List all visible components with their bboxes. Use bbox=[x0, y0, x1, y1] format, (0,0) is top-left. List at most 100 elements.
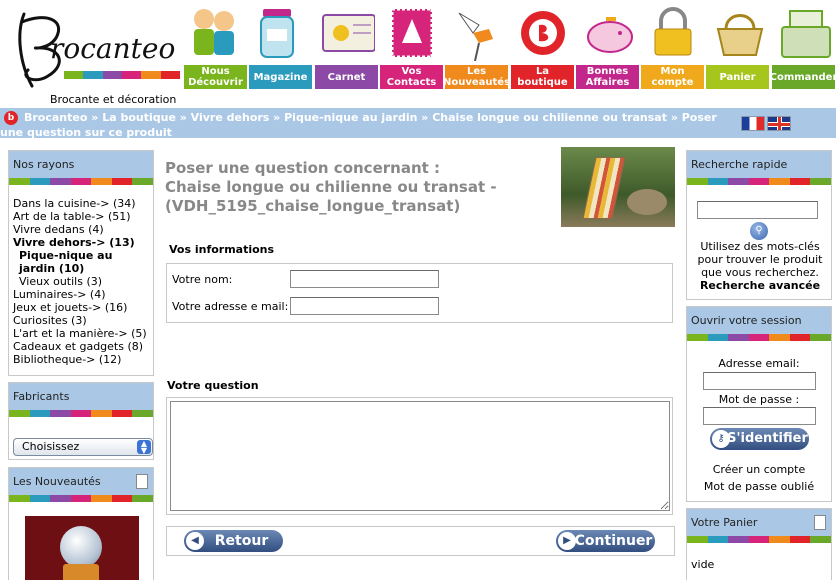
category-item[interactable]: Art de la table-> (51) bbox=[13, 210, 149, 223]
search-help: Utilisez des mots-clés pour trouver le p… bbox=[691, 240, 829, 292]
document-icon bbox=[136, 474, 148, 489]
manufacturer-select-value: Choisissez bbox=[22, 440, 80, 453]
color-stripe bbox=[9, 178, 154, 185]
breadcrumb-item[interactable]: Brocanteo bbox=[24, 111, 87, 124]
category-item[interactable]: Bibliotheque-> (12) bbox=[13, 353, 149, 366]
login-password-input[interactable] bbox=[703, 407, 816, 425]
brocanteo-logo-icon: rocanteo bbox=[18, 12, 175, 88]
advanced-search-link[interactable]: Recherche avancée bbox=[700, 279, 820, 292]
category-item[interactable]: Vivre dehors-> (13) bbox=[13, 236, 149, 249]
category-item[interactable]: Curiosites (3) bbox=[13, 314, 149, 327]
email-input[interactable] bbox=[290, 297, 439, 315]
cart-title-text: Votre Panier bbox=[691, 516, 758, 529]
site-logo[interactable]: rocanteo Brocante et décoration bbox=[2, 4, 180, 106]
question-heading: Votre question bbox=[167, 379, 259, 392]
product-image[interactable] bbox=[561, 147, 675, 227]
login-button[interactable]: ⚷ S'identifier bbox=[710, 428, 809, 450]
breadcrumb-bar: b Brocanteo » La boutique » Vivre dehors… bbox=[0, 108, 836, 139]
breadcrumb-item[interactable]: Chaise longue ou chilienne ou transat bbox=[432, 111, 667, 124]
password-label: Mot de passe : bbox=[718, 393, 800, 406]
category-item[interactable]: Vieux outils (3) bbox=[13, 275, 149, 288]
search-help-text: Utilisez des mots-clés pour trouver le p… bbox=[697, 240, 823, 279]
document-icon bbox=[814, 515, 826, 530]
site-tagline: Brocante et décoration bbox=[50, 93, 177, 106]
cart-box: Votre Panier vide bbox=[686, 508, 832, 580]
name-label: Votre nom: bbox=[172, 273, 233, 286]
quick-search-title: Recherche rapide bbox=[687, 151, 831, 178]
nav-item-mon-compte[interactable]: Mon compte bbox=[640, 0, 705, 90]
email-label: Votre adresse e mail: bbox=[172, 300, 289, 313]
french-flag-icon[interactable] bbox=[741, 116, 765, 131]
page-title-line-1: Poser une question concernant : bbox=[165, 159, 441, 177]
login-button-label: S'identifier bbox=[727, 431, 808, 446]
cart-status: vide bbox=[691, 558, 715, 571]
language-switch bbox=[741, 116, 791, 131]
quick-search-input[interactable] bbox=[697, 201, 818, 219]
snow-globe-base bbox=[63, 564, 99, 580]
breadcrumb-item[interactable]: La boutique bbox=[102, 111, 176, 124]
category-item[interactable]: Jeux et jouets-> (16) bbox=[13, 301, 149, 314]
nav-item-la-boutique[interactable]: La boutique bbox=[510, 0, 575, 90]
category-item[interactable]: Vivre dedans (4) bbox=[13, 223, 149, 236]
svg-text:rocanteo: rocanteo bbox=[50, 32, 175, 65]
category-item[interactable]: L'art et la manière-> (5) bbox=[13, 327, 149, 340]
header: rocanteo Brocante et décoration Nous Déc… bbox=[0, 0, 836, 108]
nav-item-magazine[interactable]: Magazine bbox=[248, 0, 313, 90]
login-box: Ouvrir votre session Adresse email: Mot … bbox=[686, 306, 832, 502]
search-icon[interactable]: ⚲ bbox=[750, 222, 768, 240]
breadcrumb-item[interactable]: Pique-nique au jardin bbox=[284, 111, 417, 124]
nouveautes-title[interactable]: Les Nouveautés bbox=[9, 468, 153, 495]
nav-item-les-nouveautés[interactable]: Les Nouveautés bbox=[443, 0, 510, 90]
piggy-bank-icon bbox=[575, 0, 640, 64]
padlock-icon bbox=[640, 0, 705, 64]
nouveautes-box: Les Nouveautés bbox=[8, 467, 154, 580]
category-item[interactable]: Pique-nique au jardin (10) bbox=[13, 249, 149, 275]
color-stripe bbox=[687, 178, 832, 185]
select-arrows-icon: ▲ ▼ bbox=[137, 440, 151, 455]
nav-label: Vos Contacts bbox=[380, 65, 443, 89]
product-image-stone bbox=[627, 189, 667, 215]
nav-item-nous-découvrir[interactable]: Nous Découvrir bbox=[183, 0, 248, 90]
page-title-line-2: Chaise longue ou chilienne ou transat - bbox=[165, 178, 497, 196]
fabricants-box: Fabricants Choisissez ▲ ▼ bbox=[8, 382, 154, 460]
snow-globe-icon bbox=[60, 526, 102, 568]
name-input[interactable] bbox=[290, 270, 439, 288]
nav-item-bonnes-affaires[interactable]: Bonnes Affaires bbox=[575, 0, 640, 90]
manufacturer-select[interactable]: Choisissez ▲ ▼ bbox=[13, 438, 153, 456]
color-stripe bbox=[687, 334, 832, 341]
category-item[interactable]: Dans la cuisine-> (34) bbox=[13, 197, 149, 210]
breadcrumb: Brocanteo » La boutique » Vivre dehors »… bbox=[0, 111, 717, 139]
main-nav: Nous Découvrir Magazine Carnet Vos Contacts… bbox=[183, 0, 836, 90]
continue-button[interactable]: ▶ Continuer bbox=[556, 530, 655, 552]
category-list: Dans la cuisine-> (34) Art de la table-> … bbox=[9, 197, 153, 370]
stork-icon bbox=[444, 0, 509, 64]
page-title: Poser une question concernant : Chaise l… bbox=[165, 159, 555, 216]
login-email-input[interactable] bbox=[703, 372, 816, 390]
nav-label: Panier bbox=[706, 65, 769, 89]
category-item[interactable]: Luminaires-> (4) bbox=[13, 288, 149, 301]
color-stripe bbox=[687, 536, 832, 543]
breadcrumb-item[interactable]: Vivre dehors bbox=[191, 111, 270, 124]
quick-search-box: Recherche rapide ⚲ Utilisez des mots-clé… bbox=[686, 150, 832, 300]
login-title: Ouvrir votre session bbox=[687, 307, 831, 334]
fabricants-title: Fabricants bbox=[9, 383, 153, 410]
create-account-link[interactable]: Créer un compte bbox=[687, 463, 831, 476]
question-textarea[interactable] bbox=[170, 401, 670, 511]
nav-item-vos-contacts[interactable]: Vos Contacts bbox=[379, 0, 444, 90]
cart-title[interactable]: Votre Panier bbox=[687, 509, 831, 536]
nav-item-carnet[interactable]: Carnet bbox=[314, 0, 379, 90]
email-label-right: Adresse email: bbox=[718, 357, 800, 370]
back-button[interactable]: ◀ Retour bbox=[184, 530, 283, 552]
boutique-logo-icon bbox=[510, 0, 575, 64]
nav-item-commander[interactable]: Commander bbox=[770, 0, 836, 90]
rayons-title: Nos rayons bbox=[9, 151, 153, 178]
category-item[interactable]: Cadeaux et gadgets (8) bbox=[13, 340, 149, 353]
english-flag-icon[interactable] bbox=[767, 116, 791, 131]
stamp-icon bbox=[379, 0, 444, 64]
forgot-password-link[interactable]: Mot de passe oublié bbox=[687, 480, 831, 493]
info-heading: Vos informations bbox=[169, 243, 275, 256]
new-product-image[interactable] bbox=[25, 516, 139, 580]
cash-register-icon bbox=[771, 0, 836, 64]
nav-item-panier[interactable]: Panier bbox=[705, 0, 770, 90]
nav-label: Magazine bbox=[249, 65, 312, 89]
